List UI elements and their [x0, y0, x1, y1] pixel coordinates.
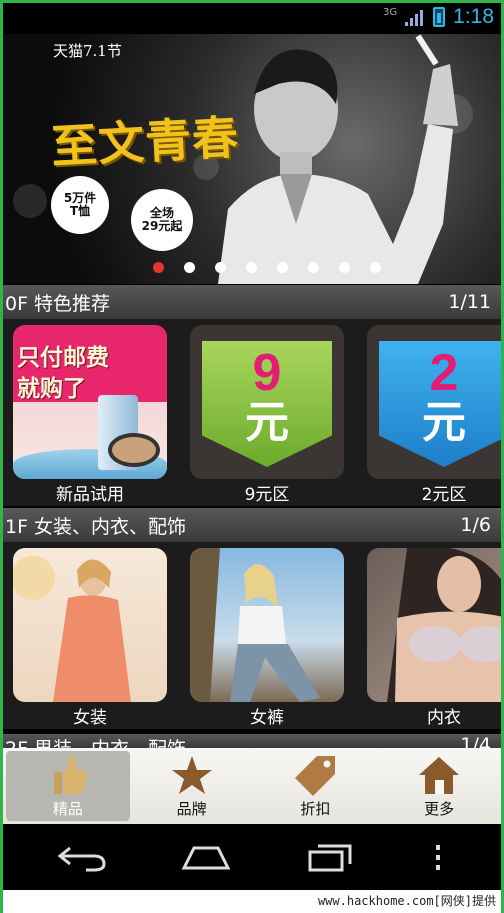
price-unit: 元: [245, 397, 289, 448]
tile-row-0f: 只付邮费 就购了 新品试用 9 元 9元区 2 元 2元区: [3, 319, 504, 506]
tab-more[interactable]: 更多: [377, 748, 501, 824]
banner-badge-tshirt: 5万件 T恤: [51, 176, 109, 234]
star-icon: [171, 755, 212, 794]
badge-text: 29元起: [141, 219, 183, 233]
status-bar: 3G 1:18: [0, 0, 504, 34]
carousel-dot[interactable]: [215, 262, 226, 273]
model-photo: [218, 34, 458, 284]
tile-label[interactable]: 9元区: [190, 480, 344, 505]
section-title: 0F 特色推荐: [5, 292, 111, 315]
section-page: 1/4: [460, 734, 491, 748]
promo-banner[interactable]: 天猫7.1节 至文青春 5万件 T恤 全场 29元起: [3, 34, 501, 284]
price-shield: 2 元: [379, 341, 504, 467]
tile-label[interactable]: 新品试用: [13, 480, 167, 505]
signal-icon: [405, 8, 425, 26]
tile-9yuan[interactable]: 9 元: [190, 325, 344, 479]
tile-label[interactable]: 2元区: [367, 480, 504, 505]
clock: 1:18: [453, 5, 494, 28]
tab-label: 更多: [424, 799, 455, 818]
badge-text: T恤: [69, 204, 91, 218]
section-header-0f: 0F 特色推荐 1/11: [3, 285, 501, 319]
promo-text: 只付邮费 就购了: [17, 345, 109, 403]
tab-featured[interactable]: 精品: [6, 751, 130, 821]
bottom-tab-bar: 精品 品牌 折扣 更多: [3, 748, 501, 824]
tab-brand[interactable]: 品牌: [130, 748, 254, 824]
carousel-dot[interactable]: [277, 262, 288, 273]
tag-icon: [295, 755, 336, 796]
section-title: 1F 女装、内衣、配饰: [5, 515, 187, 538]
tab-label: 精品: [52, 799, 83, 818]
bokeh-light: [13, 184, 47, 218]
network-type: 3G: [383, 6, 398, 18]
tile-label[interactable]: 女裤: [190, 703, 344, 728]
section-header-2f: 2F 男装、内衣、配饰 1/4: [3, 734, 501, 748]
price-unit: 元: [422, 397, 466, 448]
recent-apps-icon[interactable]: [304, 842, 356, 872]
home-icon: [419, 756, 460, 794]
section-header-1f: 1F 女装、内衣、配饰 1/6: [3, 508, 501, 542]
system-nav-bar: [0, 824, 504, 890]
watermark: www.hackhome.com[网侠]提供: [0, 890, 504, 913]
price-number: 2: [429, 344, 459, 402]
tile-lingerie[interactable]: [367, 548, 504, 702]
section-page: 1/11: [448, 291, 491, 313]
price-shield: 9 元: [202, 341, 332, 467]
tile-womens-pants[interactable]: [190, 548, 344, 702]
back-icon[interactable]: [56, 842, 108, 872]
product-compact: [108, 433, 160, 467]
section-title: 2F 男装、内衣、配饰: [5, 734, 186, 748]
model-photo: [190, 548, 320, 702]
model-photo: [13, 556, 131, 702]
tile-womens-wear[interactable]: [13, 548, 167, 702]
price-number: 9: [252, 344, 282, 402]
tile-row-1f: 女装 女裤 内衣: [3, 542, 504, 729]
tab-discount[interactable]: 折扣: [254, 748, 378, 824]
tile-label[interactable]: 内衣: [367, 703, 504, 728]
home-nav-icon[interactable]: [180, 842, 232, 872]
battery-icon: [433, 7, 446, 27]
section-page: 1/6: [460, 514, 491, 536]
banner-headline: 至文青春: [49, 110, 241, 174]
tile-2yuan[interactable]: 2 元: [367, 325, 504, 479]
carousel-dot[interactable]: [339, 262, 350, 273]
tab-label: 折扣: [300, 799, 331, 818]
model-photo: [387, 548, 504, 702]
carousel-dot[interactable]: [370, 262, 381, 273]
banner-brand: 天猫7.1节: [53, 42, 122, 60]
tile-label[interactable]: 女装: [13, 703, 167, 728]
tile-new-trial[interactable]: 只付邮费 就购了: [13, 325, 167, 479]
carousel-dot[interactable]: [184, 262, 195, 273]
carousel-indicator[interactable]: [3, 262, 501, 273]
carousel-dot[interactable]: [153, 262, 164, 273]
banner-badge-price: 全场 29元起: [131, 189, 193, 251]
thumbs-up-icon: [53, 755, 87, 794]
carousel-dot[interactable]: [308, 262, 319, 273]
tab-label: 品牌: [176, 799, 207, 818]
menu-icon[interactable]: [428, 842, 448, 872]
carousel-dot[interactable]: [246, 262, 257, 273]
